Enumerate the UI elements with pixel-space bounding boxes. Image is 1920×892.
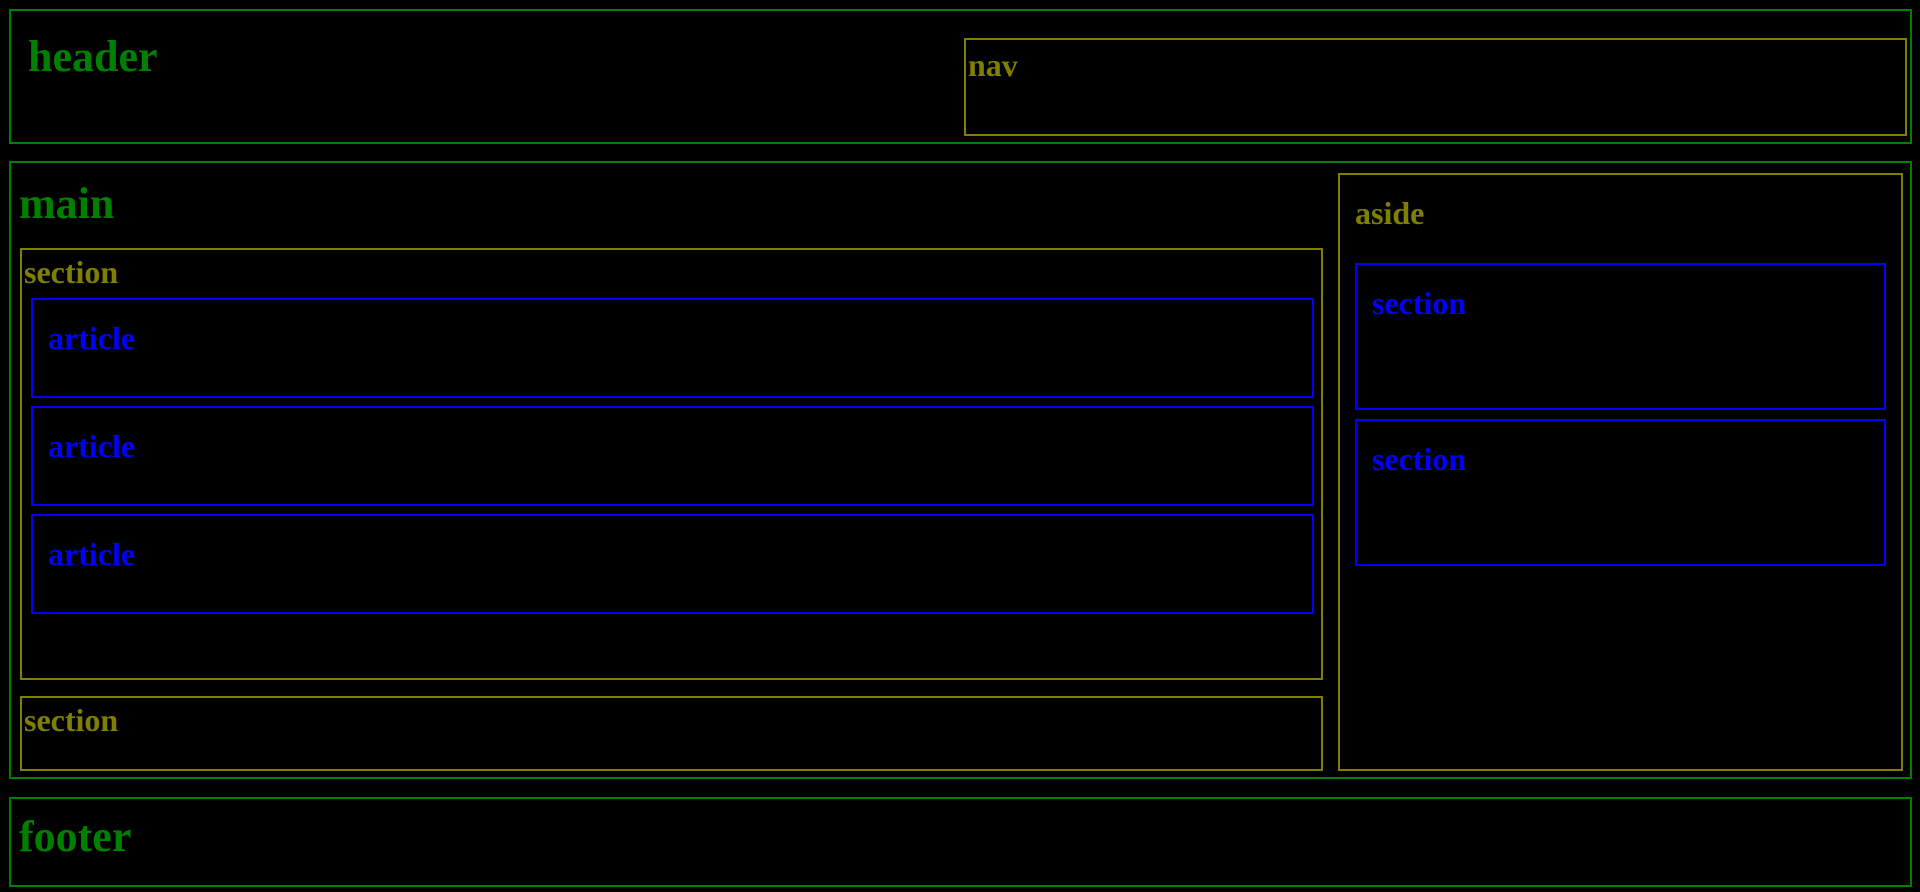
aside-region: aside section section (1338, 173, 1903, 771)
aside-label: aside (1355, 195, 1425, 231)
footer-region: footer (9, 797, 1912, 887)
article-box: article (31, 514, 1314, 614)
article-box: article (31, 406, 1314, 506)
section-label: section (24, 254, 119, 290)
article-label: article (48, 320, 136, 356)
section-label: section (24, 702, 119, 738)
header-label: header (28, 32, 158, 81)
article-label: article (48, 428, 136, 464)
aside-section: section (1355, 419, 1886, 566)
main-region: main section article article article sec… (9, 161, 1912, 779)
main-section-secondary: section (20, 696, 1323, 771)
aside-section-label: section (1372, 285, 1467, 321)
aside-section: section (1355, 263, 1886, 410)
aside-section-label: section (1372, 441, 1467, 477)
nav-label: nav (968, 47, 1018, 83)
nav-region: nav (964, 38, 1907, 136)
article-box: article (31, 298, 1314, 398)
main-section-primary: section article article article (20, 248, 1323, 680)
footer-label: footer (19, 812, 132, 861)
header-region: header nav (9, 9, 1912, 144)
main-label: main (19, 179, 115, 228)
article-label: article (48, 536, 136, 572)
